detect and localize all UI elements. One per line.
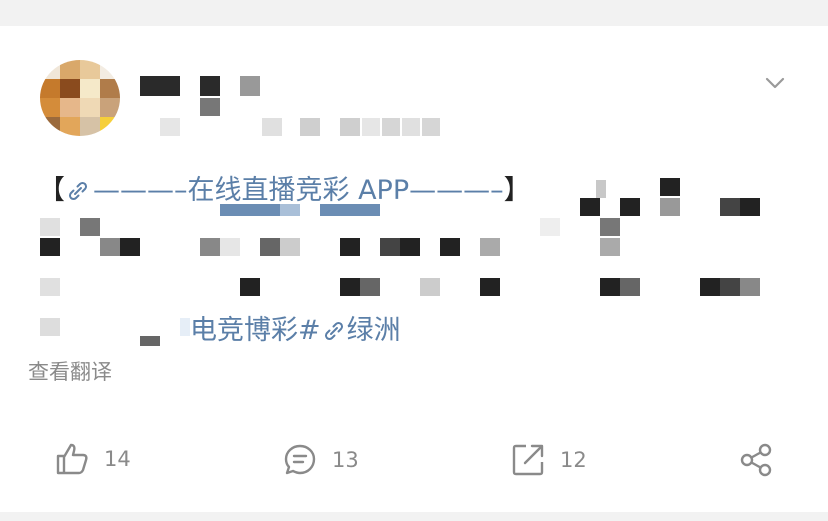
avatar[interactable] xyxy=(40,60,120,136)
like-count: 14 xyxy=(104,447,131,471)
post-line-1: 【 ———–在线直播竞彩 APP———–】 xyxy=(38,168,531,209)
link-icon xyxy=(321,318,347,349)
comment-button[interactable]: 13 xyxy=(282,442,359,478)
share-button[interactable] xyxy=(738,442,774,478)
repost-icon xyxy=(512,444,544,476)
repost-button[interactable]: 12 xyxy=(510,442,587,478)
thumbs-up-icon xyxy=(56,443,88,475)
link-icon xyxy=(65,178,91,209)
bracket-open: 【 xyxy=(38,175,65,206)
repost-count: 12 xyxy=(560,448,587,472)
post-tag[interactable]: 电竞博彩# xyxy=(190,315,321,346)
share-icon xyxy=(740,443,772,477)
translate-button[interactable]: 查看翻译 xyxy=(28,356,112,386)
comment-icon xyxy=(284,444,316,475)
comment-count: 13 xyxy=(332,448,359,472)
post-tag-link[interactable]: 绿洲 xyxy=(347,315,401,346)
chevron-down-icon[interactable] xyxy=(764,72,786,94)
like-button[interactable]: 14 xyxy=(54,442,131,476)
post-link[interactable]: ———–在线直播竞彩 APP———– xyxy=(93,175,504,206)
post-tag-line: 电竞博彩# 绿洲 xyxy=(190,308,401,349)
bracket-close: 】 xyxy=(503,175,531,206)
post-card xyxy=(0,26,828,512)
